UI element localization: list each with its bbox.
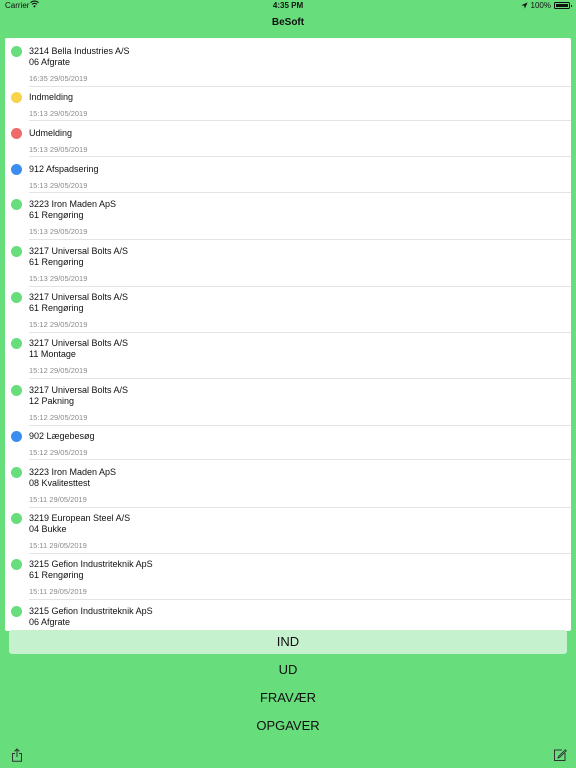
row-separator	[29, 120, 571, 121]
entry-title: 3217 Universal Bolts A/S	[29, 385, 129, 395]
status-dot	[11, 338, 22, 349]
row-separator	[29, 553, 571, 554]
status-dot	[11, 199, 22, 210]
share-icon[interactable]	[10, 748, 24, 762]
status-dot	[11, 292, 22, 303]
entry-title: 3223 Iron Maden ApS	[29, 199, 117, 209]
entry-title: 3219 European Steel A/S	[29, 513, 131, 523]
entries-list[interactable]: 3214 Bella Industries A/S 06 Afgrate 16:35…	[5, 38, 571, 631]
entry-title: 3217 Universal Bolts A/S	[29, 246, 129, 256]
entry-subtitle: 06 Afgrate	[29, 57, 71, 67]
row-separator	[29, 425, 571, 426]
status-right: 100%	[520, 1, 572, 10]
entry-timestamp: 15:12 29/05/2019	[29, 413, 88, 422]
status-dot	[11, 606, 22, 617]
entry-timestamp: 15:11 29/05/2019	[29, 541, 87, 550]
opgaver-button[interactable]: OPGAVER	[9, 714, 567, 738]
row-separator	[29, 332, 571, 333]
ind-button[interactable]: IND	[9, 630, 567, 654]
entry-timestamp: 16:35 29/05/2019	[29, 74, 88, 83]
page-title: BeSoft	[271, 17, 305, 28]
status-dot	[11, 467, 22, 478]
battery-icon	[554, 2, 572, 9]
entry-timestamp: 15:11 29/05/2019	[29, 587, 87, 596]
status-dot	[11, 128, 22, 139]
entry-title: 3215 Gefion Industriteknik ApS	[29, 606, 153, 616]
status-dot	[11, 513, 22, 524]
entry-subtitle: 61 Rengøring	[29, 210, 84, 220]
row-separator	[29, 156, 571, 157]
ud-button[interactable]: UD	[9, 658, 567, 682]
entry-subtitle: 61 Rengøring	[29, 257, 84, 267]
row-separator	[29, 378, 571, 379]
entry-subtitle: 61 Rengøring	[29, 303, 84, 313]
entry-subtitle: 06 Afgrate	[29, 617, 71, 627]
status-dot	[11, 46, 22, 57]
entry-timestamp: 15:12 29/05/2019	[29, 448, 88, 457]
status-dot	[11, 431, 22, 442]
entry-timestamp: 15:13 29/05/2019	[29, 274, 88, 283]
entry-title: 902 Lægebesøg	[29, 431, 95, 441]
entry-timestamp: 15:13 29/05/2019	[29, 145, 88, 154]
fravaer-button[interactable]: FRAVÆR	[9, 686, 567, 710]
status-dot	[11, 92, 22, 103]
entry-subtitle: 12 Pakning	[29, 396, 75, 406]
row-separator	[29, 239, 571, 240]
status-dot	[11, 246, 22, 257]
row-separator	[29, 192, 571, 193]
entry-subtitle: 11 Montage	[29, 349, 76, 359]
entry-timestamp: 15:12 29/05/2019	[29, 320, 88, 329]
entry-title: Udmelding	[29, 128, 73, 138]
row-separator	[29, 286, 571, 287]
status-dot	[11, 559, 22, 570]
row-separator	[29, 599, 571, 600]
entry-title: 912 Afspadsering	[29, 164, 99, 174]
entry-subtitle: 08 Kvalitesttest	[29, 478, 91, 488]
entry-title: 3214 Bella Industries A/S	[29, 46, 130, 56]
row-separator	[29, 507, 571, 508]
entry-title: 3223 Iron Maden ApS	[29, 467, 117, 477]
entry-title: 3217 Universal Bolts A/S	[29, 292, 129, 302]
entry-subtitle: 61 Rengøring	[29, 570, 84, 580]
entry-timestamp: 15:13 29/05/2019	[29, 109, 88, 118]
entry-title: 3215 Gefion Industriteknik ApS	[29, 559, 153, 569]
row-separator	[29, 86, 571, 87]
entry-timestamp: 15:13 29/05/2019	[29, 227, 88, 236]
compose-icon[interactable]	[553, 748, 567, 762]
entry-timestamp: 15:12 29/05/2019	[29, 366, 88, 375]
entry-title: 3217 Universal Bolts A/S	[29, 338, 129, 348]
entry-timestamp: 15:11 29/05/2019	[29, 495, 87, 504]
status-bar: Carrier 4:35 PM 100%	[0, 0, 576, 12]
row-separator	[29, 459, 571, 460]
status-dot	[11, 164, 22, 175]
clock-time: 4:35 PM	[272, 1, 304, 10]
entry-subtitle: 04 Bukke	[29, 524, 67, 534]
location-arrow-icon	[520, 2, 528, 9]
status-dot	[11, 385, 22, 396]
battery-percent: 100%	[530, 1, 551, 10]
entry-title: Indmelding	[29, 92, 74, 102]
entry-timestamp: 15:13 29/05/2019	[29, 181, 88, 190]
